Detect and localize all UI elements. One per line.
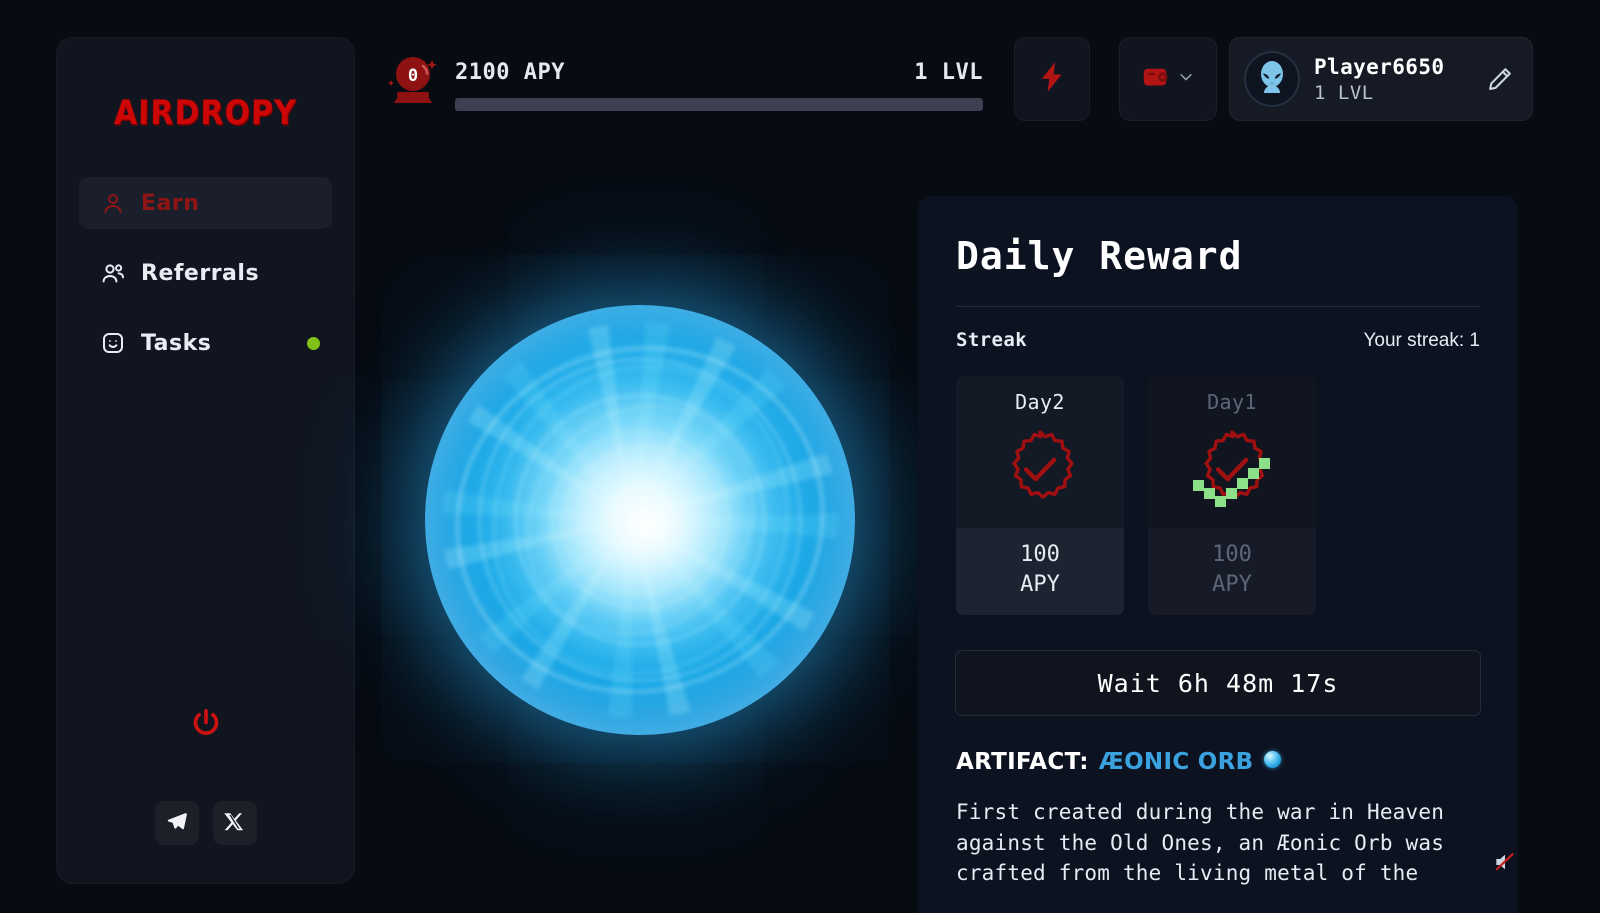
- profile-name: Player6650: [1314, 54, 1445, 79]
- streak-days: Day2 100 APY Day1 100 APY: [956, 376, 1480, 616]
- wallet-icon: [1141, 62, 1171, 96]
- day-card-unit: APY: [1212, 571, 1252, 597]
- lightning-bolt-icon: [1035, 60, 1069, 98]
- x-icon: [224, 811, 245, 836]
- profile-level: 1 LVL: [1314, 81, 1374, 104]
- day-card-name: Day1: [1207, 390, 1257, 414]
- smiley-icon: [101, 331, 125, 355]
- sidebar-item-referrals[interactable]: Referrals: [79, 247, 332, 299]
- x-button[interactable]: [212, 801, 257, 845]
- telegram-icon: [166, 810, 188, 836]
- seal-check-icon: [1012, 430, 1074, 499]
- alien-avatar-icon: [1252, 57, 1292, 101]
- sidebar-item-earn[interactable]: Earn: [79, 177, 332, 229]
- orb-ring: [535, 417, 745, 623]
- users-icon: [101, 261, 125, 285]
- pencil-icon[interactable]: [1486, 65, 1514, 93]
- wallet-button[interactable]: [1120, 38, 1216, 120]
- orb-count-value: 0: [408, 66, 418, 86]
- streak-value: Your streak: 1: [1363, 330, 1480, 351]
- avatar: [1246, 53, 1298, 105]
- sidebar-item-label: Tasks: [141, 330, 212, 356]
- logout-button[interactable]: [186, 705, 226, 745]
- orb-stage: [380, 150, 900, 890]
- social-links: [154, 801, 257, 845]
- boost-button[interactable]: [1015, 38, 1089, 120]
- artifact-name: ÆONIC ORB: [1098, 749, 1254, 776]
- orb-counter-icon: 0: [385, 50, 441, 112]
- sidebar-item-label: Referrals: [141, 260, 260, 286]
- page-title: Daily Reward: [956, 234, 1243, 278]
- app-root: AIRDROPY Earn Referrals Tasks 0 2100 APY…: [0, 0, 1600, 913]
- orb-gem-icon: [1263, 751, 1281, 769]
- level-value: 1 LVL: [914, 60, 983, 85]
- streak-row: Streak Your streak: 1: [956, 329, 1480, 352]
- day-card-amount: 100: [1020, 542, 1060, 567]
- telegram-button[interactable]: [154, 801, 199, 845]
- artifact-header: ARTIFACT: ÆONIC ORB: [956, 749, 1480, 775]
- sidebar-item-tasks[interactable]: Tasks: [79, 317, 332, 369]
- top-bar: 0 2100 APY 1 LVL Player6650 1 LVL: [385, 38, 1532, 130]
- artifact-label: ARTIFACT:: [956, 749, 1089, 776]
- orb-ring: [414, 303, 866, 737]
- apy-value: 2100 APY: [455, 60, 565, 85]
- apy-progress-block: 0 2100 APY 1 LVL: [385, 42, 997, 124]
- wait-timer-button[interactable]: Wait 6h 48m 17s: [956, 651, 1480, 716]
- reward-seal: [997, 426, 1083, 512]
- sidebar-footer: [154, 705, 257, 883]
- power-icon: [189, 706, 223, 744]
- artifact-description: First created during the war in Heaven a…: [956, 800, 1445, 885]
- energy-orb[interactable]: [414, 303, 866, 737]
- claimed-check-icon: [1193, 458, 1270, 507]
- day-card-unit: APY: [1020, 571, 1060, 597]
- chevron-down-icon: [1177, 68, 1195, 90]
- speaker-muted-icon[interactable]: [1492, 849, 1518, 875]
- day-card-amount: 100: [1212, 542, 1252, 567]
- daily-reward-panel: Daily Reward Streak Your streak: 1 Day2: [918, 196, 1518, 913]
- sidebar-nav: Earn Referrals Tasks: [57, 177, 354, 387]
- day-card-name: Day2: [1015, 390, 1065, 414]
- app-logo: AIRDROPY: [113, 93, 298, 134]
- user-icon: [101, 191, 125, 215]
- tasks-notification-dot: [307, 336, 320, 350]
- orb-ring: [442, 317, 838, 723]
- sidebar-item-label: Earn: [141, 190, 200, 216]
- streak-label: Streak: [956, 329, 1028, 351]
- xp-progress-bar: [455, 98, 983, 111]
- profile-button[interactable]: Player6650 1 LVL: [1230, 38, 1532, 120]
- divider: [956, 306, 1480, 307]
- sidebar: AIRDROPY Earn Referrals Tasks: [57, 38, 354, 883]
- day-card-day2[interactable]: Day2 100 APY: [956, 376, 1124, 616]
- day-card-day1[interactable]: Day1 100 APY: [1148, 376, 1316, 616]
- orb-ring: [479, 357, 801, 683]
- reward-seal: [1189, 426, 1275, 512]
